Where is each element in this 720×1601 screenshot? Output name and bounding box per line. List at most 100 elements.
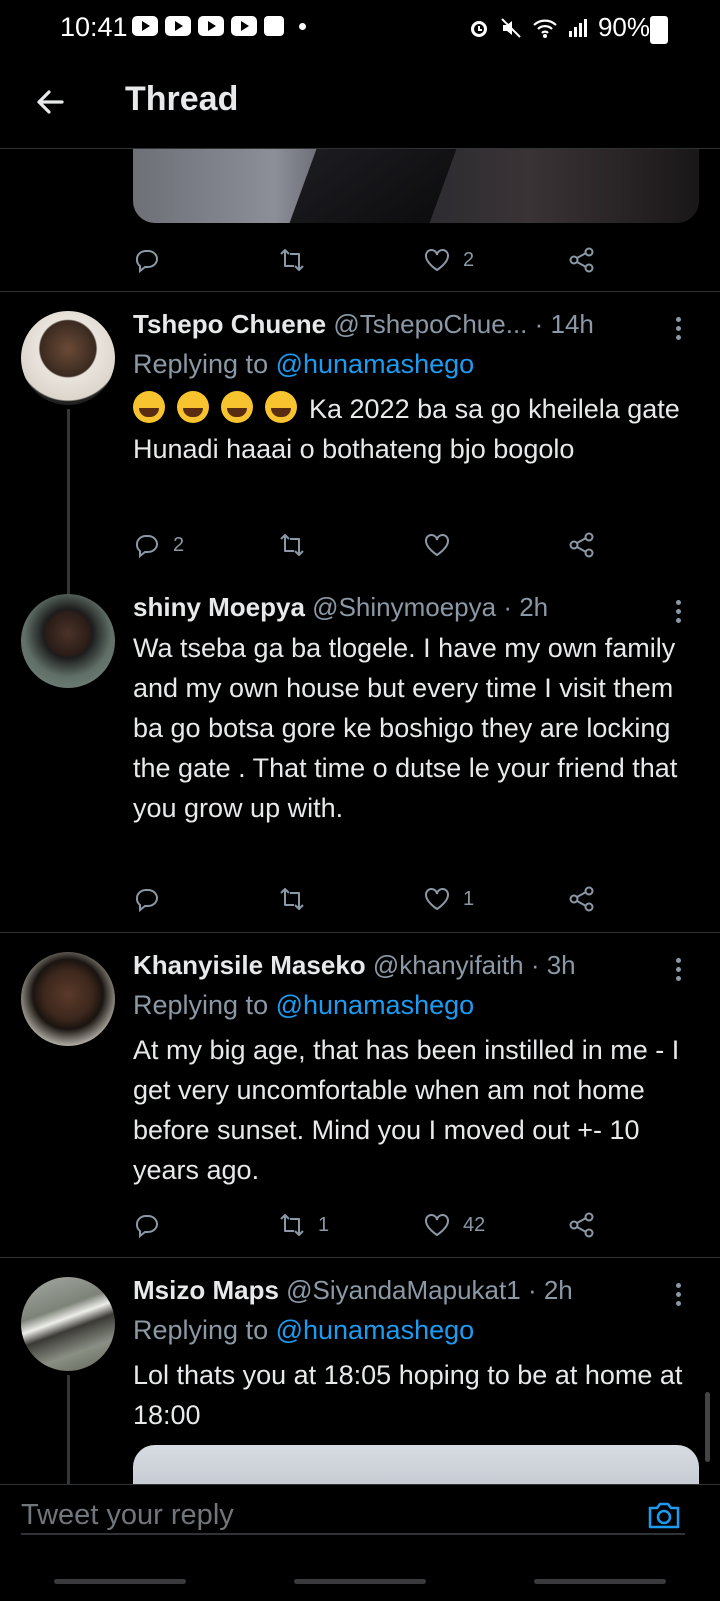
status-time: 10:41	[60, 12, 128, 42]
tweet-actions: 2	[133, 525, 613, 565]
reply-button[interactable]	[133, 879, 278, 919]
share-button[interactable]	[568, 525, 608, 565]
like-button[interactable]: 2	[423, 240, 568, 280]
reply-input[interactable]: Tweet your reply	[21, 1499, 234, 1532]
reply-icon	[135, 1215, 158, 1239]
tweet-text: Lol thats you at 18:05 hoping to be at h…	[133, 1360, 683, 1430]
more-vertical-icon[interactable]	[676, 1279, 682, 1310]
laughing-emoji-icon	[221, 391, 253, 423]
avatar[interactable]	[21, 594, 115, 688]
retweet-icon	[280, 1214, 304, 1236]
more-vertical-icon[interactable]	[676, 954, 682, 985]
retweet-button[interactable]	[278, 879, 423, 919]
scrollbar-thumb[interactable]	[705, 1392, 710, 1462]
replying-to-label: Replying to	[133, 990, 276, 1020]
youtube-notification-icon	[198, 16, 224, 36]
replying-to-handle[interactable]: @hunamashego	[276, 349, 475, 379]
more-vertical-icon[interactable]	[676, 596, 682, 627]
share-icon	[569, 1212, 594, 1238]
author-handle: @SiyandaMapukat1	[286, 1275, 521, 1305]
tweet-text: Wa tseba ga ba tlogele. I have my own fa…	[133, 633, 678, 823]
reply-button[interactable]	[133, 1205, 278, 1245]
like-count: 42	[463, 1213, 486, 1236]
tweet-header: Tshepo Chuene @TshepoChue... · 14h	[133, 309, 594, 340]
replying-to: Replying to @hunamashego	[133, 1315, 474, 1346]
wifi-icon	[533, 19, 557, 38]
replying-to-label: Replying to	[133, 349, 276, 379]
share-button[interactable]	[568, 879, 608, 919]
share-icon	[569, 886, 594, 912]
tweet-divider	[0, 291, 720, 292]
thread-timeline[interactable]: 2 Tshepo Chuene @TshepoChue... · 14h Rep…	[0, 149, 720, 1484]
thread-connector-line	[67, 1375, 70, 1484]
like-button[interactable]: 1	[423, 879, 568, 919]
tweet-media-image[interactable]	[133, 149, 699, 223]
battery-percent: 90%	[597, 12, 650, 42]
retweet-icon	[280, 888, 304, 910]
author-name[interactable]: shiny Moepya	[133, 592, 305, 622]
avatar[interactable]	[21, 952, 115, 1046]
replying-to-handle[interactable]: @hunamashego	[276, 1315, 475, 1345]
reply-button[interactable]: 2	[133, 525, 278, 565]
mute-icon	[501, 17, 521, 38]
back-arrow-icon[interactable]	[32, 84, 68, 120]
author-name[interactable]: Msizo Maps	[133, 1275, 279, 1305]
battery-icon	[650, 16, 668, 44]
reply-icon	[135, 535, 158, 559]
retweet-button[interactable]	[278, 525, 423, 565]
laughing-emoji-icon	[177, 391, 209, 423]
avatar[interactable]	[21, 311, 115, 405]
system-status-icons: 90%	[468, 12, 650, 43]
tweet-text-content: Ka 2022 ba sa go kheilela gate Hunadi ha…	[133, 394, 680, 464]
tweet-header: Khanyisile Maseko @khanyifaith · 3h	[133, 950, 576, 981]
nav-back-button[interactable]	[534, 1579, 666, 1584]
youtube-notification-icon	[132, 16, 158, 36]
author-handle: @TshepoChue...	[333, 309, 528, 339]
tweet-time: · 2h	[503, 592, 549, 622]
youtube-notification-icon	[231, 16, 257, 36]
retweet-button[interactable]: 1	[278, 1205, 423, 1245]
tweet-time: · 2h	[527, 1275, 573, 1305]
heart-icon	[425, 249, 449, 272]
nav-home-button[interactable]	[294, 1579, 426, 1584]
share-button[interactable]	[568, 240, 608, 280]
tweet-text: Ka 2022 ba sa go kheilela gate Hunadi ha…	[133, 389, 703, 469]
author-handle: @khanyifaith	[372, 950, 524, 980]
author-name[interactable]: Tshepo Chuene	[133, 309, 326, 339]
tweet-actions: 1	[133, 879, 613, 919]
tweet-divider	[0, 932, 720, 933]
heart-icon	[425, 1214, 449, 1237]
reply-count: 2	[173, 533, 185, 556]
share-button[interactable]	[568, 1205, 608, 1245]
replying-to: Replying to @hunamashego	[133, 349, 474, 380]
author-name[interactable]: Khanyisile Maseko	[133, 950, 366, 980]
camera-icon[interactable]	[646, 1497, 682, 1533]
like-count: 2	[463, 248, 475, 271]
thread-connector-line	[67, 409, 70, 595]
youtube-notification-icon	[165, 16, 191, 36]
tweet-actions: 2	[133, 240, 613, 280]
tweet-media-image[interactable]	[133, 1445, 699, 1484]
nav-recents-button[interactable]	[54, 1579, 186, 1584]
replying-to-handle[interactable]: @hunamashego	[276, 990, 475, 1020]
more-vertical-icon[interactable]	[676, 313, 682, 344]
share-icon	[569, 532, 594, 558]
tweet-text: At my big age, that has been instilled i…	[133, 1035, 680, 1185]
download-notification-icon	[264, 16, 284, 36]
laughing-emoji-icon	[133, 391, 165, 423]
replying-to: Replying to @hunamashego	[133, 990, 474, 1021]
share-icon	[569, 247, 594, 273]
laughing-emoji-icon	[265, 391, 297, 423]
avatar[interactable]	[21, 1277, 115, 1371]
like-button[interactable]: 42	[423, 1205, 568, 1245]
like-button[interactable]	[423, 525, 568, 565]
heart-icon	[425, 534, 449, 557]
reply-icon	[135, 250, 158, 274]
signal-icon	[568, 18, 587, 37]
tweet-actions: 1 42	[133, 1205, 613, 1245]
reply-composer: Tweet your reply	[0, 1484, 720, 1601]
tweet-header: Msizo Maps @SiyandaMapukat1 · 2h	[133, 1275, 573, 1306]
author-handle: @Shinymoepya	[312, 592, 497, 622]
reply-button[interactable]	[133, 240, 278, 280]
retweet-button[interactable]	[278, 240, 423, 280]
